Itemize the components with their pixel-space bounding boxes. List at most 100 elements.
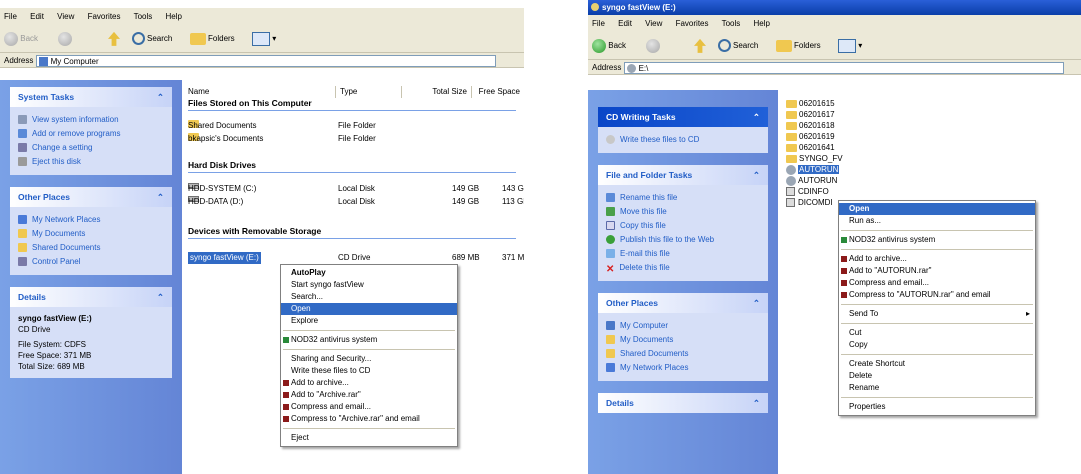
menu-item-delete[interactable]: Delete: [839, 370, 1035, 382]
up-button[interactable]: [694, 38, 706, 54]
list-item[interactable]: Shared Documents File Folder: [188, 120, 524, 132]
menu-tools[interactable]: Tools: [134, 12, 153, 21]
task-move-file[interactable]: Move this file: [606, 205, 760, 219]
menu-item-nod32[interactable]: NOD32 antivirus system: [839, 234, 1035, 246]
menu-item-autoplay[interactable]: AutoPlay: [281, 267, 457, 279]
list-item-selected[interactable]: AUTORUN: [786, 164, 843, 175]
other-places-header[interactable]: Other Places ⌃: [598, 293, 768, 313]
list-item[interactable]: CDINFO: [786, 186, 843, 197]
list-item[interactable]: 06201617: [786, 109, 843, 120]
details-header[interactable]: Details ⌃: [10, 287, 172, 307]
menu-view[interactable]: View: [645, 19, 662, 28]
place-my-documents[interactable]: My Documents: [606, 333, 760, 347]
place-shared-documents[interactable]: Shared Documents: [18, 241, 164, 255]
menu-item-compress-rar-email[interactable]: Compress to "Archive.rar" and email: [281, 413, 457, 425]
menu-item-eject[interactable]: Eject: [281, 432, 457, 444]
menu-item-start-syngo[interactable]: Start syngo fastView: [281, 279, 457, 291]
list-item[interactable]: HDD-DATA (D:) Local Disk 149 GB 113 GB: [188, 196, 524, 208]
menu-item-create-shortcut[interactable]: Create Shortcut: [839, 358, 1035, 370]
collapse-chevron-icon[interactable]: ⌃: [157, 187, 164, 207]
menu-item-nod32[interactable]: NOD32 antivirus system: [281, 334, 457, 346]
menu-item-open[interactable]: Open: [281, 303, 457, 315]
task-email-file[interactable]: E-mail this file: [606, 247, 760, 261]
system-tasks-header[interactable]: System Tasks ⌃: [10, 87, 172, 107]
task-copy-file[interactable]: Copy this file: [606, 219, 760, 233]
search-button[interactable]: Search: [132, 31, 172, 47]
other-places-header[interactable]: Other Places ⌃: [10, 187, 172, 207]
collapse-chevron-icon[interactable]: ⌃: [753, 393, 760, 413]
task-write-cd[interactable]: Write these files to CD: [606, 133, 760, 147]
menu-item-compress-email[interactable]: Compress and email...: [839, 277, 1035, 289]
menu-item-compress-autorun-email[interactable]: Compress to "AUTORUN.rar" and email: [839, 289, 1035, 301]
task-publish-web[interactable]: Publish this file to the Web: [606, 233, 760, 247]
back-button[interactable]: Back: [592, 38, 626, 54]
task-rename-file[interactable]: Rename this file: [606, 191, 760, 205]
menu-edit[interactable]: Edit: [618, 19, 632, 28]
list-item-selected[interactable]: syngo fastView (E:) CD Drive 689 MB 371 …: [188, 252, 524, 264]
file-folder-tasks-header[interactable]: File and Folder Tasks ⌃: [598, 165, 768, 185]
menu-item-send-to[interactable]: Send To ▸: [839, 308, 1035, 320]
list-item[interactable]: HDD-SYSTEM (C:) Local Disk 149 GB 143 GB: [188, 183, 524, 195]
list-item[interactable]: SYNGO_FV: [786, 153, 843, 164]
place-network[interactable]: My Network Places: [18, 213, 164, 227]
menu-favorites[interactable]: Favorites: [88, 12, 121, 21]
forward-button[interactable]: [646, 38, 660, 54]
collapse-chevron-icon[interactable]: ⌃: [753, 165, 760, 185]
list-item[interactable]: 06201641: [786, 142, 843, 153]
menu-item-add-autorun-rar[interactable]: Add to "AUTORUN.rar": [839, 265, 1035, 277]
views-button[interactable]: ▾: [838, 38, 862, 54]
task-eject-disk[interactable]: Eject this disk: [18, 155, 164, 169]
task-change-setting[interactable]: Change a setting: [18, 141, 164, 155]
menu-item-add-archive[interactable]: Add to archive...: [281, 377, 457, 389]
menu-item-add-archive[interactable]: Add to archive...: [839, 253, 1035, 265]
menu-help[interactable]: Help: [754, 19, 770, 28]
menu-item-write-cd[interactable]: Write these files to CD: [281, 365, 457, 377]
menu-favorites[interactable]: Favorites: [676, 19, 709, 28]
menu-edit[interactable]: Edit: [30, 12, 44, 21]
back-button[interactable]: Back: [4, 31, 38, 47]
title-bar[interactable]: syngo fastView (E:): [588, 0, 1081, 15]
list-item[interactable]: bkapsic's Documents File Folder: [188, 133, 524, 145]
collapse-chevron-icon[interactable]: ⌃: [753, 293, 760, 313]
place-network[interactable]: My Network Places: [606, 361, 760, 375]
search-button[interactable]: Search: [718, 38, 758, 54]
menu-view[interactable]: View: [57, 12, 74, 21]
menu-file[interactable]: File: [592, 19, 605, 28]
list-item[interactable]: 06201618: [786, 120, 843, 131]
menu-item-copy[interactable]: Copy: [839, 339, 1035, 351]
menu-file[interactable]: File: [4, 12, 17, 21]
address-field[interactable]: E:\: [623, 61, 1064, 74]
list-item[interactable]: DICOMDI: [786, 197, 843, 208]
place-my-documents[interactable]: My Documents: [18, 227, 164, 241]
column-name[interactable]: Name: [184, 86, 336, 98]
list-item[interactable]: AUTORUN: [786, 175, 843, 186]
views-button[interactable]: ▾: [252, 31, 276, 47]
task-view-system-info[interactable]: View system information: [18, 113, 164, 127]
task-delete-file[interactable]: ✕ Delete this file: [606, 261, 760, 275]
menu-item-properties[interactable]: Properties: [839, 401, 1035, 413]
menu-item-rename[interactable]: Rename: [839, 382, 1035, 394]
place-shared-documents[interactable]: Shared Documents: [606, 347, 760, 361]
address-field[interactable]: My Computer: [35, 54, 496, 67]
menu-item-open[interactable]: Open: [839, 203, 1035, 215]
collapse-chevron-icon[interactable]: ⌃: [157, 287, 164, 307]
forward-button[interactable]: [58, 31, 72, 47]
menu-item-add-archive-rar[interactable]: Add to "Archive.rar": [281, 389, 457, 401]
list-item[interactable]: 06201619: [786, 131, 843, 142]
up-button[interactable]: [108, 31, 120, 47]
folders-button[interactable]: Folders: [776, 38, 821, 54]
list-item[interactable]: 06201615: [786, 98, 843, 109]
place-control-panel[interactable]: Control Panel: [18, 255, 164, 269]
menu-item-explore[interactable]: Explore: [281, 315, 457, 327]
collapse-chevron-icon[interactable]: ⌃: [753, 107, 760, 127]
folders-button[interactable]: Folders: [190, 31, 235, 47]
place-my-computer[interactable]: My Computer: [606, 319, 760, 333]
menu-item-sharing[interactable]: Sharing and Security...: [281, 353, 457, 365]
menu-tools[interactable]: Tools: [722, 19, 741, 28]
menu-help[interactable]: Help: [166, 12, 182, 21]
column-type[interactable]: Type: [336, 86, 402, 98]
column-total-size[interactable]: Total Size: [402, 86, 472, 98]
menu-item-cut[interactable]: Cut: [839, 327, 1035, 339]
menu-item-run-as[interactable]: Run as...: [839, 215, 1035, 227]
task-add-remove-programs[interactable]: Add or remove programs: [18, 127, 164, 141]
